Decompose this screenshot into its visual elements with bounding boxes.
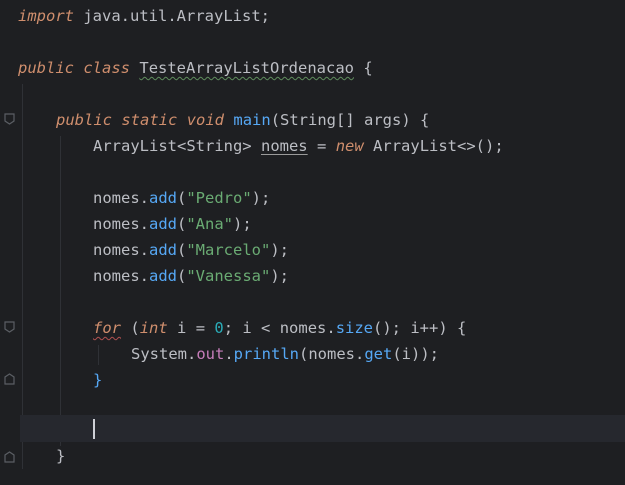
paren: ( [177, 241, 187, 259]
code-line[interactable]: nomes.add("Ana"); [93, 211, 252, 237]
brace: { [363, 59, 373, 77]
operator: = [317, 137, 327, 155]
keyword: static [121, 111, 178, 129]
object-ref: nomes. [93, 189, 149, 207]
expression: (i)); [392, 345, 439, 363]
keyword: for [93, 319, 121, 337]
brace: } [93, 371, 103, 389]
keyword: void [186, 111, 225, 129]
expression: (nomes. [299, 345, 365, 363]
paren: ); [270, 241, 290, 259]
code-line[interactable]: ArrayList<String> nomes = new ArrayList<… [93, 133, 504, 159]
method-call: println [233, 345, 299, 363]
expression: (); i++) { [373, 319, 467, 337]
object-ref: nomes. [93, 241, 149, 259]
method-call: add [149, 267, 177, 285]
object-ref: nomes. [93, 215, 149, 233]
string-literal: "Ana" [186, 215, 234, 233]
expression: i = [177, 319, 215, 337]
class-name: TesteArrayListOrdenacao [139, 59, 354, 77]
code-area[interactable]: import java.util.ArrayList; public class… [0, 0, 625, 485]
params: (String[] args) { [270, 111, 430, 129]
code-line[interactable]: for (int i = 0; i < nomes.size(); i++) { [93, 315, 466, 341]
code-editor[interactable]: import java.util.ArrayList; public class… [0, 0, 625, 485]
paren: ( [130, 319, 140, 337]
keyword: import [18, 7, 74, 25]
number-literal: 0 [214, 319, 224, 337]
code-line[interactable]: public static void main(String[] args) { [56, 107, 429, 133]
paren: ( [177, 189, 187, 207]
paren: ); [270, 267, 290, 285]
variable: nomes [260, 137, 308, 155]
code-line[interactable]: System.out.println(nomes.get(i)); [131, 341, 439, 367]
brace: } [56, 447, 66, 465]
constructor: ArrayList<>(); [373, 137, 504, 155]
keyword: new [335, 137, 364, 155]
string-literal: "Vanessa" [186, 267, 271, 285]
code-line[interactable]: import java.util.ArrayList; [18, 3, 270, 29]
string-literal: "Pedro" [186, 189, 252, 207]
paren: ( [177, 215, 187, 233]
code-line[interactable]: } [93, 367, 102, 393]
dot: . [224, 345, 234, 363]
method-call: get [364, 345, 393, 363]
type: ArrayList<String> [93, 137, 252, 155]
method-call: size [335, 319, 374, 337]
method-call: add [149, 241, 177, 259]
code-line[interactable]: nomes.add("Vanessa"); [93, 263, 289, 289]
field-ref: out [196, 345, 225, 363]
class-ref: System. [131, 345, 197, 363]
keyword: class [83, 59, 131, 77]
keyword: public [56, 111, 112, 129]
expression: ; i < nomes. [223, 319, 336, 337]
code-line[interactable]: public class TesteArrayListOrdenacao { [18, 55, 373, 81]
paren: ); [233, 215, 252, 233]
code-line[interactable]: nomes.add("Marcelo"); [93, 237, 289, 263]
code-line[interactable]: } [56, 443, 65, 469]
method-name: main [233, 111, 271, 129]
string-literal: "Marcelo" [186, 241, 271, 259]
paren: ( [177, 267, 187, 285]
keyword: public [18, 59, 74, 77]
keyword: int [139, 319, 168, 337]
object-ref: nomes. [93, 267, 149, 285]
method-call: add [149, 215, 177, 233]
method-call: add [149, 189, 177, 207]
import-path: java.util.ArrayList; [83, 7, 270, 25]
code-line[interactable]: nomes.add("Pedro"); [93, 185, 270, 211]
paren: ); [251, 189, 271, 207]
